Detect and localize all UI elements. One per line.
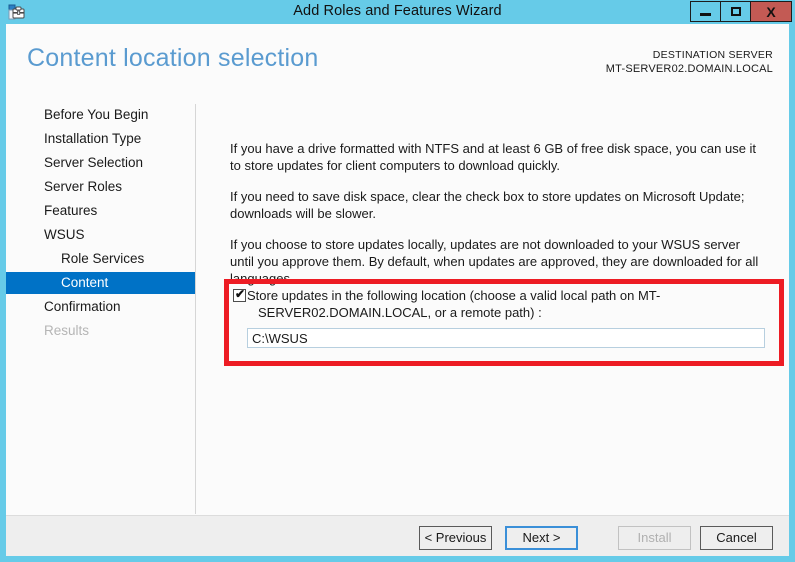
sidebar-item-wsus[interactable]: WSUS: [6, 224, 195, 246]
content-path-input[interactable]: [247, 328, 765, 348]
checkbox-label-line-1: Store updates in the following location …: [247, 288, 661, 303]
window-title: Add Roles and Features Wizard: [293, 3, 502, 19]
page-header: Content location selection DESTINATION S…: [6, 24, 789, 95]
page-title: Content location selection: [27, 44, 319, 72]
maximize-button[interactable]: [720, 1, 751, 22]
sidebar-item-before-you-begin[interactable]: Before You Begin: [6, 104, 195, 126]
sidebar-item-features[interactable]: Features: [6, 200, 195, 222]
sidebar-item-content[interactable]: Content: [6, 272, 195, 294]
footer-button-bar: < Previous Next > Install Cancel: [6, 516, 789, 556]
destination-server-label: DESTINATION SERVER: [652, 49, 773, 61]
info-paragraph-1: If you have a drive formatted with NTFS …: [230, 141, 757, 173]
checkbox-label-line-2: SERVER02.DOMAIN.LOCAL, or a remote path)…: [258, 305, 542, 320]
previous-button[interactable]: < Previous: [419, 526, 492, 550]
store-updates-checkbox[interactable]: ✔: [233, 287, 246, 302]
checkmark-icon: ✔: [235, 287, 246, 301]
store-updates-checkbox-label: Store updates in the following location …: [247, 287, 747, 321]
title-bar: Add Roles and Features Wizard X: [0, 0, 795, 24]
install-button: Install: [618, 526, 691, 550]
wizard-window: Add Roles and Features Wizard X Content …: [0, 0, 795, 562]
destination-server-value: MT-SERVER02.DOMAIN.LOCAL: [605, 63, 773, 75]
minimize-icon: [700, 12, 711, 16]
sidebar-item-server-selection[interactable]: Server Selection: [6, 152, 195, 174]
sidebar-item-role-services[interactable]: Role Services: [6, 248, 195, 270]
sidebar-item-confirmation[interactable]: Confirmation: [6, 296, 195, 318]
sidebar-item-installation-type[interactable]: Installation Type: [6, 128, 195, 150]
minimize-button[interactable]: [690, 1, 721, 22]
maximize-icon: [730, 7, 741, 16]
destination-server: DESTINATION SERVER MT-SERVER02.DOMAIN.LO…: [606, 49, 773, 75]
window-body: Content location selection DESTINATION S…: [6, 24, 789, 556]
close-button[interactable]: X: [750, 1, 792, 22]
main-content: If you have a drive formatted with NTFS …: [195, 95, 789, 515]
window-controls: X: [690, 1, 792, 22]
sidebar-item-results: Results: [44, 323, 90, 338]
close-icon: X: [766, 3, 776, 20]
sidebar-item-server-roles[interactable]: Server Roles: [6, 176, 195, 198]
next-button[interactable]: Next >: [505, 526, 578, 550]
wizard-steps-sidebar: Before You Begin Installation Type Serve…: [6, 95, 195, 515]
cancel-button[interactable]: Cancel: [700, 526, 773, 550]
info-paragraph-2: If you need to save disk space, clear th…: [230, 189, 745, 221]
